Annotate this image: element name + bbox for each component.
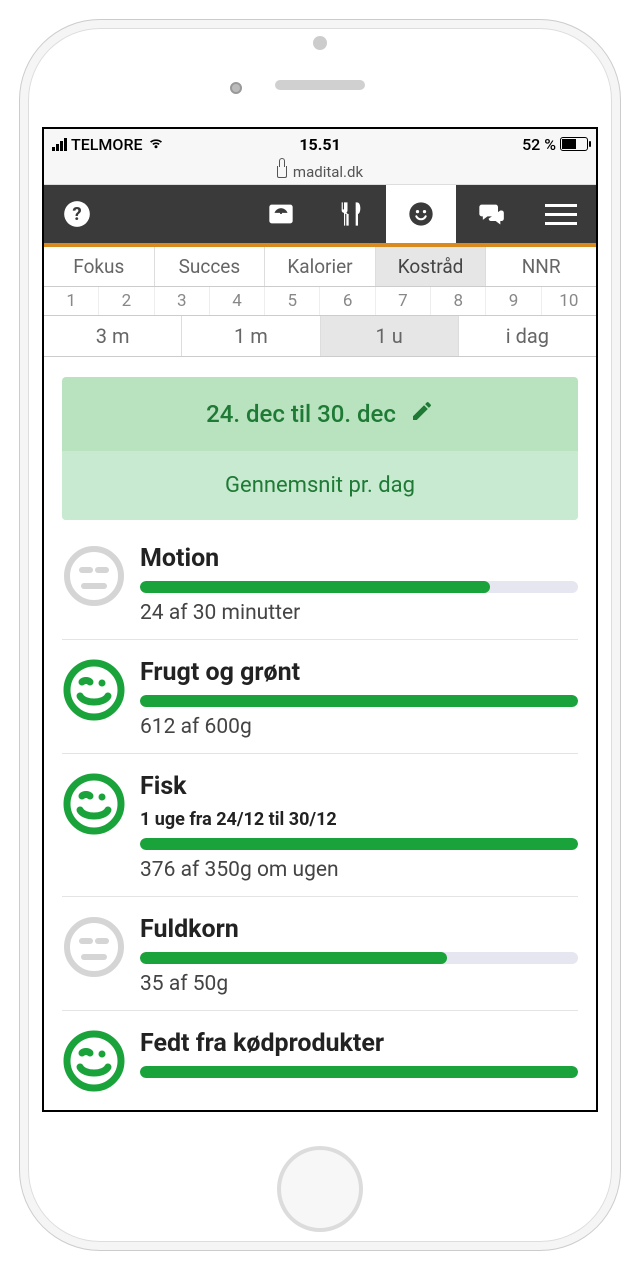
date-card: 24. dec til 30. dec Gennemsnit pr. dag	[62, 377, 578, 520]
num-9[interactable]: 9	[486, 287, 541, 315]
nav-scale[interactable]	[246, 185, 316, 243]
metric-title: Frugt og grønt	[140, 658, 578, 687]
range-tabs: 3 m1 m1 ui dag	[44, 316, 596, 357]
tab-kalorier[interactable]: Kalorier	[265, 247, 376, 286]
menu-button[interactable]	[526, 185, 596, 243]
num-1[interactable]: 1	[44, 287, 99, 315]
range-0[interactable]: 3 m	[44, 316, 182, 356]
metric-detail: 24 af 30 minutter	[140, 601, 578, 625]
metric-item[interactable]: Motion 24 af 30 minutter	[62, 526, 578, 640]
smile-face-icon	[62, 772, 126, 840]
tab-kostråd[interactable]: Kostråd	[376, 247, 487, 286]
metric-item[interactable]: Frugt og grønt 612 af 600g	[62, 640, 578, 754]
nav-smile-active[interactable]	[386, 185, 456, 243]
num-5[interactable]: 5	[265, 287, 320, 315]
metric-item[interactable]: Fedt fra kødprodukter	[62, 1011, 578, 1112]
num-10[interactable]: 10	[542, 287, 596, 315]
metrics-list: Motion 24 af 30 minutter Frugt og grønt 612…	[62, 526, 578, 1112]
num-4[interactable]: 4	[210, 287, 265, 315]
url-bar[interactable]: madital.dk	[44, 159, 596, 185]
signal-icon	[52, 138, 67, 151]
metric-item[interactable]: Fuldkorn 35 af 50g	[62, 897, 578, 1011]
avg-label: Gennemsnit pr. dag	[62, 451, 578, 520]
screen: TELMORE 15.51 52 % madital.dk ?	[42, 127, 598, 1112]
range-1[interactable]: 1 m	[182, 316, 320, 356]
num-3[interactable]: 3	[155, 287, 210, 315]
url-label: madital.dk	[293, 163, 363, 181]
metric-detail: 35 af 50g	[140, 972, 578, 996]
phone-speaker	[275, 80, 365, 90]
metric-detail: 612 af 600g	[140, 715, 578, 739]
metric-title: Fuldkorn	[140, 915, 578, 944]
progress-bar	[140, 581, 578, 593]
num-7[interactable]: 7	[376, 287, 431, 315]
battery-pct-label: 52 %	[522, 135, 556, 154]
date-range-label: 24. dec til 30. dec	[206, 400, 396, 428]
number-row: 12345678910	[44, 287, 596, 316]
smile-face-icon	[62, 1029, 126, 1097]
edit-icon[interactable]	[410, 399, 434, 429]
lock-icon	[277, 166, 287, 178]
metric-title: Fedt fra kødprodukter	[140, 1029, 578, 1058]
tab-fokus[interactable]: Fokus	[44, 247, 155, 286]
phone-frame-mid: TELMORE 15.51 52 % madital.dk ?	[28, 28, 612, 1242]
home-button[interactable]	[277, 1146, 363, 1232]
progress-bar	[140, 838, 578, 850]
nav-food[interactable]	[316, 185, 386, 243]
metric-title: Motion	[140, 544, 578, 573]
metric-title: Fisk	[140, 772, 578, 801]
range-2[interactable]: 1 u	[321, 316, 459, 356]
status-bar: TELMORE 15.51 52 %	[44, 129, 596, 159]
num-8[interactable]: 8	[431, 287, 486, 315]
nav-chat[interactable]	[456, 185, 526, 243]
range-3[interactable]: i dag	[459, 316, 596, 356]
progress-bar	[140, 695, 578, 707]
phone-camera-side	[230, 82, 242, 94]
num-6[interactable]: 6	[320, 287, 375, 315]
svg-text:?: ?	[72, 203, 81, 225]
progress-bar	[140, 1066, 578, 1078]
progress-bar	[140, 952, 578, 964]
top-nav: ?	[44, 185, 596, 247]
tab-succes[interactable]: Succes	[155, 247, 266, 286]
metric-detail: 376 af 350g om ugen	[140, 858, 578, 882]
wifi-icon	[147, 135, 165, 154]
clock-label: 15.51	[231, 135, 410, 154]
carrier-label: TELMORE	[71, 135, 143, 154]
battery-icon	[560, 137, 588, 151]
neutral-face-icon	[62, 544, 126, 612]
phone-frame-outer: TELMORE 15.51 52 % madital.dk ?	[20, 20, 620, 1250]
neutral-face-icon	[62, 915, 126, 983]
tab-nnr[interactable]: NNR	[486, 247, 596, 286]
smile-face-icon	[62, 658, 126, 726]
metric-subtitle: 1 uge fra 24/12 til 30/12	[140, 809, 578, 830]
metric-item[interactable]: Fisk 1 uge fra 24/12 til 30/12 376 af 350g…	[62, 754, 578, 897]
help-button[interactable]: ?	[44, 185, 110, 243]
num-2[interactable]: 2	[99, 287, 154, 315]
category-tabs: FokusSuccesKalorierKostrådNNR	[44, 247, 596, 287]
